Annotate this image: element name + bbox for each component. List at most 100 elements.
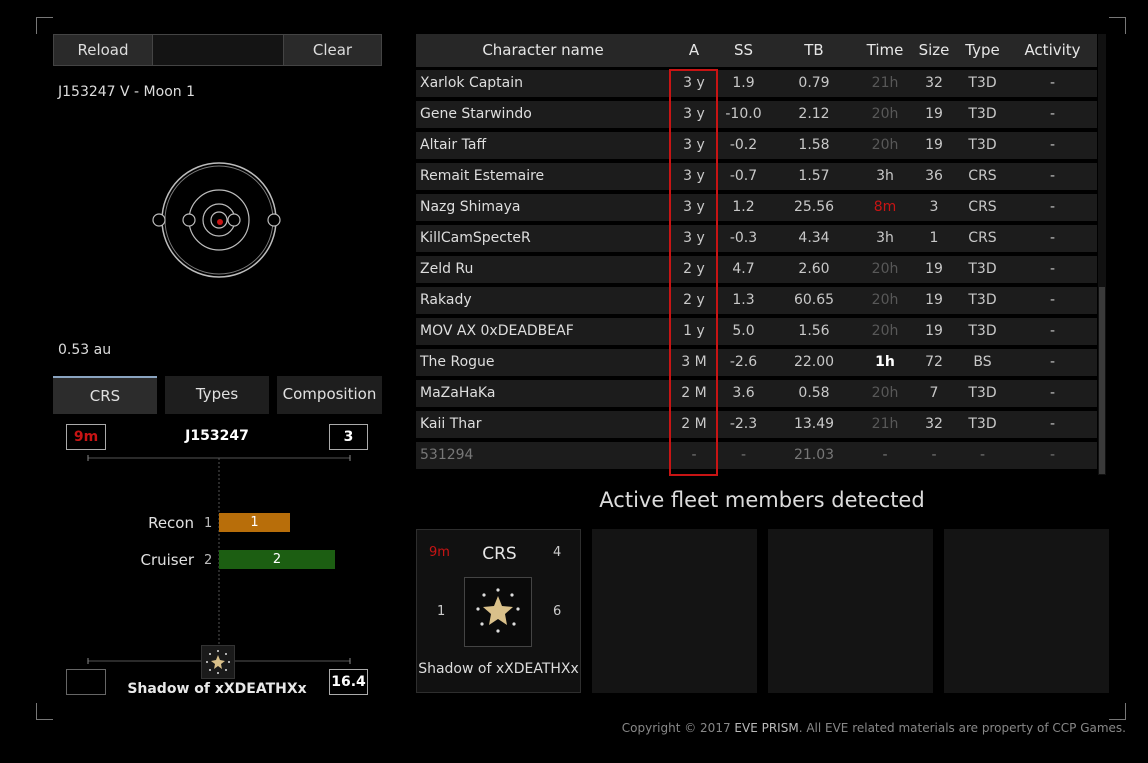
- table-row[interactable]: Xarlok Captain 3 y 1.9 0.79 21h 32 T3D -: [416, 70, 1097, 97]
- cell-ss: 1.2: [732, 199, 755, 215]
- cell-ss: 3.6: [732, 385, 755, 401]
- cell-activity: -: [1049, 230, 1056, 246]
- cell-time: -: [882, 447, 888, 463]
- cell-tb: 13.49: [793, 416, 835, 432]
- cell-name: Kaii Thar: [420, 416, 482, 432]
- cell-activity: -: [1049, 168, 1056, 184]
- cell-name: Remait Estemaire: [420, 168, 545, 184]
- cell-a: 3 M: [681, 354, 707, 370]
- crs-count-badge: 3: [329, 424, 368, 450]
- fleet-title: Active fleet members detected: [599, 488, 925, 512]
- table-row[interactable]: Remait Estemaire 3 y -0.7 1.57 3h 36 CRS -: [416, 163, 1097, 190]
- col-tb[interactable]: TB: [769, 34, 859, 67]
- cell-a: 2 M: [681, 416, 707, 432]
- cell-a: 3 y: [683, 168, 705, 184]
- tab-composition[interactable]: Composition: [277, 376, 382, 414]
- cell-type: -: [979, 447, 986, 463]
- cell-tb: 1.58: [798, 137, 830, 153]
- cell-size: 19: [925, 323, 943, 339]
- clear-button[interactable]: Clear: [283, 35, 381, 65]
- frame-corner-top-left: [36, 17, 53, 34]
- table-row[interactable]: KillCamSpecteR 3 y -0.3 4.34 3h 1 CRS -: [416, 225, 1097, 252]
- cell-type: CRS: [968, 199, 997, 215]
- cell-tb: 21.03: [793, 447, 835, 463]
- cell-name: Gene Starwindo: [420, 106, 532, 122]
- cell-time: 20h: [871, 323, 899, 339]
- cell-type: T3D: [968, 106, 997, 122]
- cell-tb: 0.58: [798, 385, 830, 401]
- cell-type: T3D: [968, 75, 997, 91]
- table-row[interactable]: Rakady 2 y 1.3 60.65 20h 19 T3D -: [416, 287, 1097, 314]
- cell-a: 3 y: [683, 230, 705, 246]
- cell-a: -: [691, 447, 697, 463]
- crs-time-badge: 9m: [66, 424, 106, 450]
- fleet-emblem-icon: [464, 577, 532, 647]
- footer: Copyright © 2017 EVE PRISM. All EVE rela…: [600, 721, 1126, 735]
- cell-time: 1h: [875, 354, 895, 370]
- cell-activity: -: [1049, 137, 1056, 153]
- cell-size: 72: [925, 354, 943, 370]
- table-row[interactable]: Altair Taff 3 y -0.2 1.58 20h 19 T3D -: [416, 132, 1097, 159]
- cell-ss: -: [740, 447, 747, 463]
- cell-ss: -0.3: [729, 230, 758, 246]
- table-row[interactable]: Gene Starwindo 3 y -10.0 2.12 20h 19 T3D -: [416, 101, 1097, 128]
- cell-tb: 22.00: [793, 354, 835, 370]
- cell-activity: -: [1049, 106, 1056, 122]
- cruiser-label: Cruiser: [140, 551, 194, 569]
- col-type[interactable]: Type: [957, 34, 1008, 67]
- pilot-name[interactable]: Shadow of xXDEATHXx: [120, 681, 314, 697]
- cell-activity: -: [1049, 75, 1056, 91]
- cell-a: 3 y: [683, 137, 705, 153]
- cell-activity: -: [1049, 261, 1056, 277]
- table-row[interactable]: Kaii Thar 2 M -2.3 13.49 21h 32 T3D -: [416, 411, 1097, 438]
- col-a[interactable]: A: [670, 34, 718, 67]
- footer-brand[interactable]: EVE PRISM: [734, 721, 798, 735]
- table-row[interactable]: MaZaHaKa 2 M 3.6 0.58 20h 7 T3D -: [416, 380, 1097, 407]
- tab-types[interactable]: Types: [165, 376, 269, 414]
- frame-corner-bottom-left: [36, 703, 53, 720]
- frame-corner-bottom-right: [1109, 703, 1126, 720]
- cell-tb: 2.12: [798, 106, 830, 122]
- table-scrollbar-thumb[interactable]: [1099, 287, 1105, 474]
- cell-time: 3h: [876, 168, 894, 184]
- cell-activity: -: [1049, 447, 1056, 463]
- table-row[interactable]: The Rogue 3 M -2.6 22.00 1h 72 BS -: [416, 349, 1097, 376]
- col-size[interactable]: Size: [911, 34, 957, 67]
- cruiser-bar: 2: [219, 550, 335, 569]
- cell-ss: 1.3: [732, 292, 755, 308]
- col-character-name[interactable]: Character name: [416, 34, 670, 67]
- cell-type: T3D: [968, 385, 997, 401]
- tab-crs[interactable]: CRS: [53, 376, 157, 414]
- fleet-card-type: CRS: [482, 544, 517, 564]
- cell-time: 20h: [871, 261, 899, 277]
- frame-corner-top-right: [1109, 17, 1126, 34]
- cell-ss: -10.0: [725, 106, 762, 122]
- table-row[interactable]: MOV AX 0xDEADBEAF 1 y 5.0 1.56 20h 19 T3D -: [416, 318, 1097, 345]
- cell-name: MaZaHaKa: [420, 385, 496, 401]
- cell-type: T3D: [968, 261, 997, 277]
- orbit-diagram: [152, 162, 281, 278]
- table-row[interactable]: 531294 - - 21.03 - - - -: [416, 442, 1097, 469]
- current-location-marker: [217, 219, 223, 225]
- col-activity[interactable]: Activity: [1008, 34, 1097, 67]
- cell-time: 20h: [871, 292, 899, 308]
- col-ss[interactable]: SS: [718, 34, 769, 67]
- cell-name: MOV AX 0xDEADBEAF: [420, 323, 574, 339]
- table-row[interactable]: Zeld Ru 2 y 4.7 2.60 20h 19 T3D -: [416, 256, 1097, 283]
- cell-ss: 4.7: [732, 261, 755, 277]
- cell-activity: -: [1049, 323, 1056, 339]
- col-time[interactable]: Time: [859, 34, 911, 67]
- cell-name: The Rogue: [420, 354, 495, 370]
- reload-button[interactable]: Reload: [54, 35, 153, 65]
- cell-a: 2 M: [681, 385, 707, 401]
- cell-tb: 60.65: [793, 292, 835, 308]
- table-row[interactable]: Nazg Shimaya 3 y 1.2 25.56 8m 3 CRS -: [416, 194, 1097, 221]
- cell-type: T3D: [968, 292, 997, 308]
- cell-a: 3 y: [683, 75, 705, 91]
- cell-activity: -: [1049, 292, 1056, 308]
- cell-name: Nazg Shimaya: [420, 199, 521, 215]
- cell-size: 19: [925, 261, 943, 277]
- cell-ss: -0.7: [729, 168, 758, 184]
- fleet-member-card[interactable]: 9m CRS 4 1 6 Shadow of xXDEATHXx: [416, 529, 581, 693]
- cell-activity: -: [1049, 354, 1056, 370]
